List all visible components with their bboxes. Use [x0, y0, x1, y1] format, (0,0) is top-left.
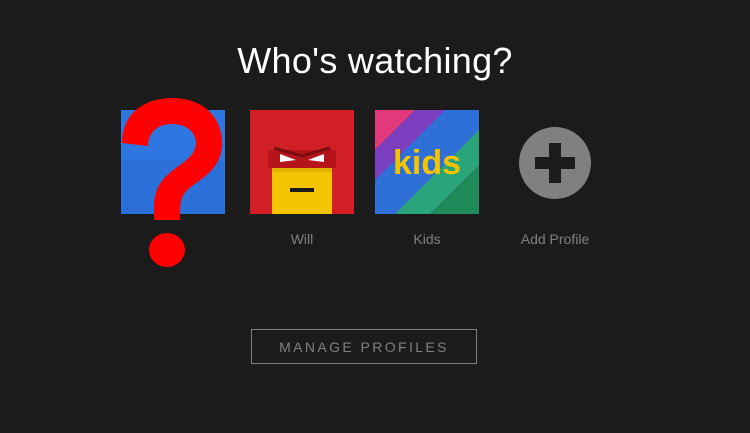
plus-icon [519, 127, 591, 199]
add-profile-avatar[interactable] [503, 110, 607, 214]
superhero-face-icon [250, 110, 354, 214]
profile-selection-screen: Who's watching? Will kids Kids Add Profi… [0, 0, 750, 433]
svg-text:kids: kids [393, 144, 461, 182]
profile-label: Will [290, 231, 314, 247]
profile-avatar-kids[interactable]: kids [375, 110, 479, 214]
manage-profiles-button[interactable]: MANAGE PROFILES [251, 329, 477, 364]
profile-tile-will[interactable]: Will [247, 110, 357, 247]
kids-logo-icon: kids [375, 110, 479, 214]
profile-label: Kids [413, 231, 441, 247]
profile-avatar-will[interactable] [250, 110, 354, 214]
profile-tile-kids[interactable]: kids Kids [372, 110, 482, 247]
page-title: Who's watching? [237, 40, 513, 81]
question-mark-icon [122, 98, 222, 267]
add-profile-label: Add Profile [520, 231, 590, 247]
add-profile-tile[interactable]: Add Profile [500, 110, 610, 247]
